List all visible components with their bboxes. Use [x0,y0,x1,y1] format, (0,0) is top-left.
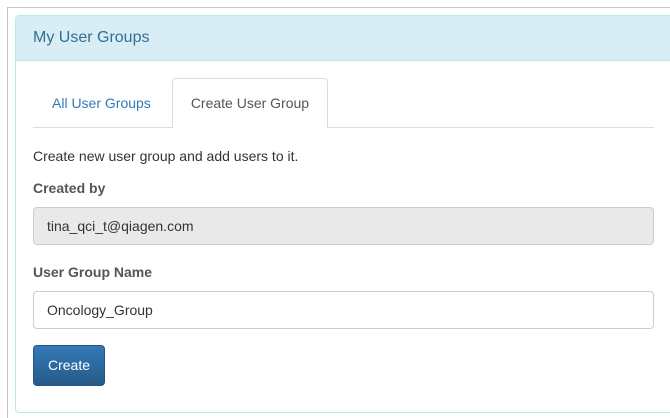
tab-all-user-groups[interactable]: All User Groups [33,78,170,128]
tab-create-user-group[interactable]: Create User Group [171,78,329,129]
tab-bar: All User Groups Create User Group [33,78,654,129]
panel-body: All User Groups Create User Group Create… [16,61,670,386]
user-group-name-input[interactable] [33,291,654,329]
user-groups-panel: My User Groups All User Groups Create Us… [15,15,670,413]
created-by-field: tina_qci_t@qiagen.com [33,207,654,245]
created-by-label: Created by [33,180,106,196]
user-group-name-label: User Group Name [33,264,153,280]
form-description: Create new user group and add users to i… [33,148,299,164]
create-button[interactable]: Create [33,345,106,386]
panel-title: My User Groups [16,16,670,61]
